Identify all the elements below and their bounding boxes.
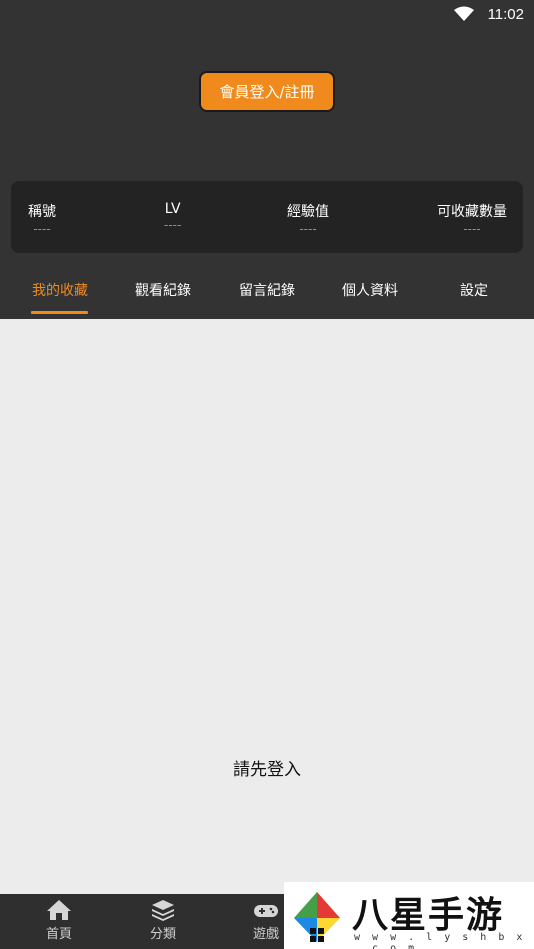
status-bar: 11:02 xyxy=(0,0,534,30)
login-prompt: 請先登入 xyxy=(233,760,301,780)
home-icon xyxy=(47,900,71,920)
stat-label: 稱號 xyxy=(28,204,56,220)
tab-watch-history[interactable]: 觀看紀錄 xyxy=(135,280,191,300)
stat-value: ---- xyxy=(299,222,317,236)
stat-label: 可收藏數量 xyxy=(437,204,507,220)
nav-item-categories[interactable]: 分類 xyxy=(133,898,193,942)
wifi-icon xyxy=(454,6,474,21)
stat-title: 稱號 ---- xyxy=(28,201,56,235)
tab-profile[interactable]: 個人資料 xyxy=(342,280,398,300)
nav-item-home[interactable]: 首頁 xyxy=(29,898,89,942)
tab-content: 請先登入 xyxy=(0,319,534,894)
gamepad-icon xyxy=(254,905,278,917)
login-register-button[interactable]: 會員登入/註冊 xyxy=(199,71,335,112)
nav-label: 分類 xyxy=(149,927,176,942)
nav-label: 首頁 xyxy=(45,927,72,942)
layers-icon xyxy=(152,900,174,921)
tab-comment-history[interactable]: 留言紀錄 xyxy=(239,280,295,300)
status-time: 11:02 xyxy=(487,6,524,23)
tab-favorites[interactable]: 我的收藏 xyxy=(32,280,88,300)
profile-header: 11:02 會員登入/註冊 稱號 ---- LV ---- 經驗值 ---- 可… xyxy=(0,0,534,319)
tab-settings[interactable]: 設定 xyxy=(460,280,488,300)
watermark-logo-icon xyxy=(294,892,340,942)
stat-favorite-capacity: 可收藏數量 ---- xyxy=(437,201,507,235)
watermark: 八星手游网 w w w . l y s h b x . c o m xyxy=(284,882,534,949)
stat-value: ---- xyxy=(33,222,51,236)
stat-label: 經驗值 xyxy=(287,204,329,220)
profile-tabs: 我的收藏 觀看紀錄 留言紀錄 個人資料 設定 xyxy=(0,272,534,319)
active-tab-indicator xyxy=(31,311,88,314)
stat-label: LV xyxy=(164,201,181,217)
stat-level: LV ---- xyxy=(164,201,181,231)
stat-value: ---- xyxy=(463,222,481,236)
stats-panel: 稱號 ---- LV ---- 經驗值 ---- 可收藏數量 ---- xyxy=(11,181,523,253)
stat-experience: 經驗值 ---- xyxy=(287,201,329,235)
watermark-url: w w w . l y s h b x . c o m xyxy=(354,932,526,949)
stat-value: ---- xyxy=(164,218,182,232)
